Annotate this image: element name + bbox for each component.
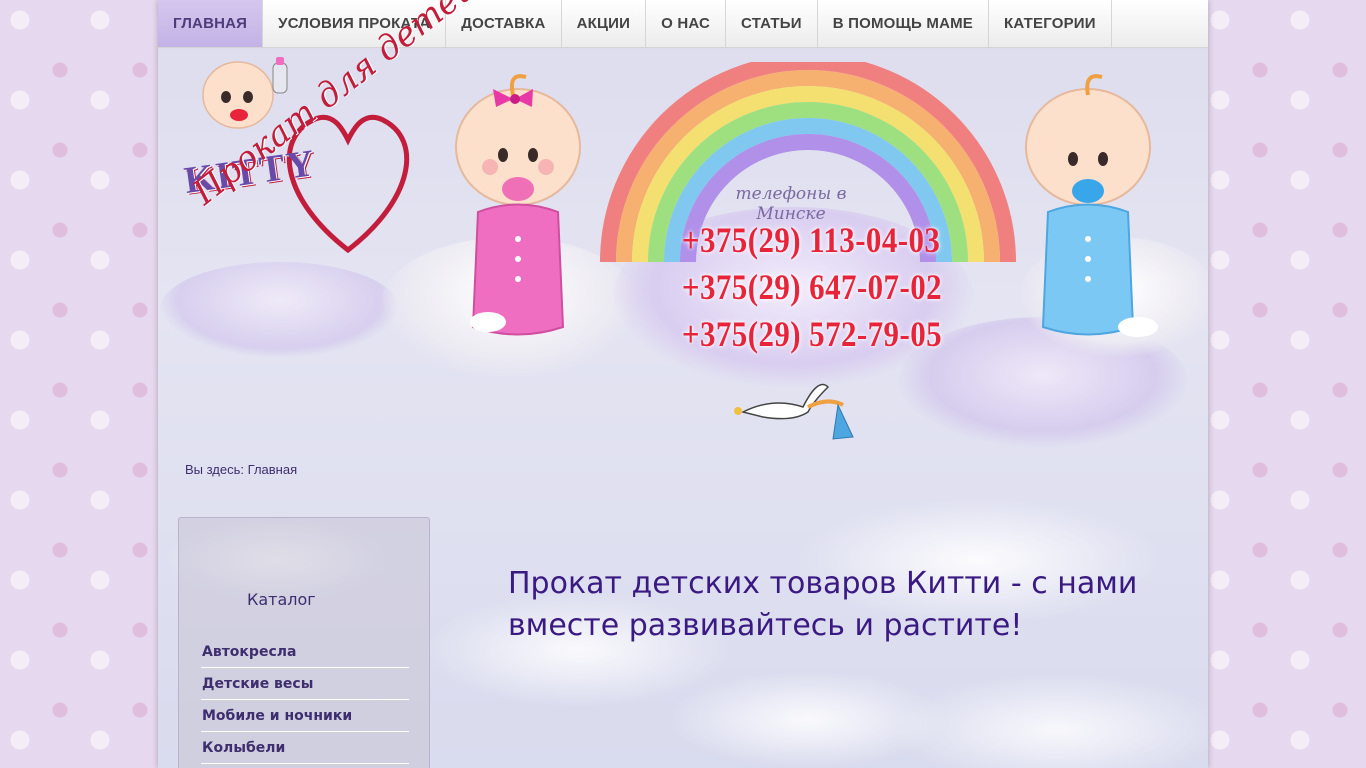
catalog-item-cradles[interactable]: Колыбели [201,732,409,764]
nav-item-about[interactable]: О НАС [646,0,727,47]
catalog-item-baby-scales[interactable]: Детские весы [201,668,409,700]
breadcrumb-current[interactable]: Главная [248,462,297,477]
site-logo[interactable]: KITTY Прокат для детей [178,0,484,265]
catalog-item-car-seats[interactable]: Автокресла [201,636,409,668]
catalog-item-mobiles-nightlights[interactable]: Мобиле и ночники [201,700,409,732]
header-banner: KITTY Прокат для детей телефоны в Минске… [158,0,1208,447]
nav-item-categories[interactable]: КАТЕГОРИИ [989,0,1112,47]
catalog-list: Автокресла Детские весы Мобиле и ночники… [201,636,409,764]
page-container: ГЛАВНАЯ УСЛОВИЯ ПРОКАТА ДОСТАВКА АКЦИИ О… [158,0,1208,768]
nav-item-help-mom[interactable]: В ПОМОЩЬ МАМЕ [818,0,990,47]
stork-illustration [734,383,854,440]
baby-boy-illustration [1025,74,1158,337]
baby-girl-illustration [455,74,581,336]
breadcrumb: Вы здесь: Главная [185,462,297,477]
phone-number[interactable]: +375(29) 113-04-03 [682,217,940,264]
breadcrumb-prefix: Вы здесь: [185,462,245,477]
nav-item-home[interactable]: ГЛАВНАЯ [158,0,264,47]
main-nav: ГЛАВНАЯ УСЛОВИЯ ПРОКАТА ДОСТАВКА АКЦИИ О… [158,0,1208,48]
phone-list: +375(29) 113-04-03 +375(29) 647-07-02 +3… [663,217,942,358]
page-headline: Прокат детских товаров Китти - с нами вм… [508,566,1138,643]
cloud-decoration [160,262,400,357]
nav-item-articles[interactable]: СТАТЬИ [726,0,818,47]
sidebar-title: Каталог [247,590,316,609]
nav-item-promotions[interactable]: АКЦИИ [562,0,647,47]
phone-number[interactable]: +375(29) 572-79-05 [682,311,942,358]
phone-number[interactable]: +375(29) 647-07-02 [682,264,942,311]
catalog-sidebar: Каталог Автокресла Детские весы Мобиле и… [178,517,430,768]
